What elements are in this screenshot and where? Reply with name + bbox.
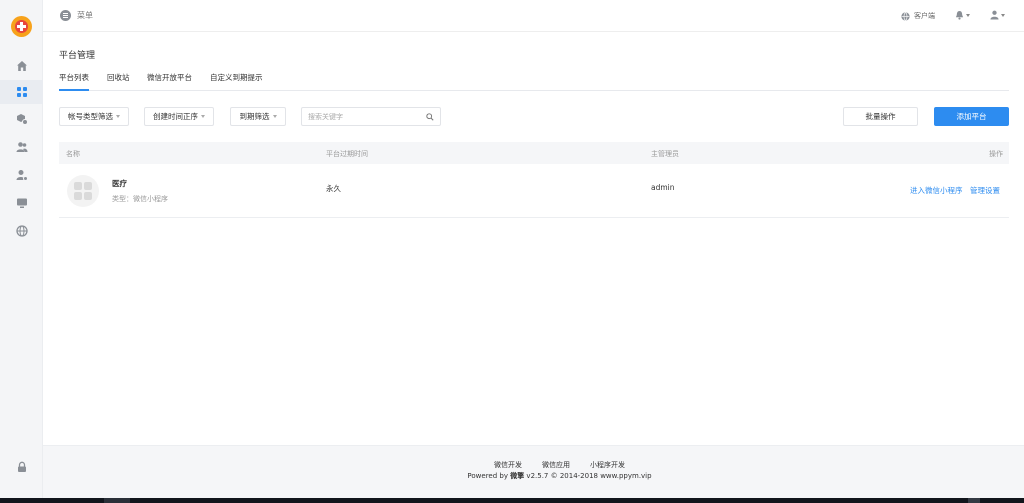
footer-link-mini-program-dev[interactable]: 小程序开发 [590, 460, 625, 470]
page-title: 平台管理 [59, 51, 96, 61]
user-dropdown[interactable] [990, 10, 1005, 20]
brand-name: 微擎 [510, 472, 525, 480]
grid-apps-icon [16, 87, 27, 97]
header-admin: 主管理员 [651, 150, 679, 158]
chevron-down-icon [966, 13, 970, 17]
expire-filter-label: 到期筛选 [239, 112, 270, 121]
tab-bar: 平台列表 回收站 微信开放平台 自定义到期提示 [59, 72, 1009, 91]
chevron-down-icon [201, 115, 205, 118]
batch-operation-button[interactable]: 批量操作 [843, 107, 918, 126]
powered-prefix: Powered by [467, 472, 511, 480]
footer-links: 微信开发 微信应用 小程序开发 [43, 460, 1024, 470]
menu-label: 菜单 [77, 11, 93, 20]
chevron-down-icon [1001, 13, 1005, 17]
platform-type-value: 微信小程序 [133, 195, 168, 203]
sidebar [0, 0, 43, 498]
tab-platform-list[interactable]: 平台列表 [59, 72, 89, 91]
platform-thumbnail [67, 175, 99, 207]
platform-expire: 永久 [326, 184, 341, 193]
users-icon [16, 142, 27, 152]
home-icon [16, 61, 27, 71]
globe-icon [901, 11, 910, 21]
footer-link-wechat-dev[interactable]: 微信开发 [494, 460, 522, 470]
powered-suffix: v2.5.7 © 2014-2018 www.ppym.vip [524, 472, 652, 480]
header-name: 名称 [66, 150, 80, 158]
sidebar-item-home[interactable] [0, 54, 43, 78]
medical-cross-icon [15, 20, 28, 33]
os-taskbar [0, 498, 1024, 503]
table-row: 医疗 类型：微信小程序 永久 admin 进入微信小程序 管理设置 [59, 164, 1009, 218]
logo[interactable] [11, 16, 32, 37]
platform-type: 类型：微信小程序 [112, 194, 168, 204]
tab-recycle-bin[interactable]: 回收站 [107, 72, 130, 91]
platform-type-label: 类型： [112, 195, 133, 203]
bell-icon [955, 10, 964, 20]
add-platform-button[interactable]: 添加平台 [934, 107, 1009, 126]
table-header: 名称 平台过期时间 主管理员 操作 [59, 142, 1009, 164]
chevron-down-icon [116, 115, 120, 118]
globe-icon [15, 225, 28, 237]
monitor-icon [16, 198, 27, 208]
sidebar-item-system[interactable] [0, 191, 43, 215]
notifications-dropdown[interactable] [955, 10, 970, 20]
sort-filter-label: 创建时间正序 [153, 112, 198, 121]
client-link[interactable]: 客户端 [901, 11, 935, 21]
lock-icon [17, 461, 26, 472]
search-icon[interactable] [426, 113, 434, 123]
search-input[interactable] [308, 111, 420, 123]
menu-icon [60, 10, 71, 21]
tab-custom-expire-notice[interactable]: 自定义到期提示 [210, 72, 263, 91]
account-type-filter-label: 帐号类型筛选 [68, 112, 113, 121]
user-icon [990, 10, 999, 20]
user-gear-icon [16, 170, 28, 181]
expire-filter[interactable]: 到期筛选 [230, 107, 286, 126]
chevron-down-icon [272, 115, 277, 118]
cube-gear-icon [16, 114, 28, 125]
platform-name: 医疗 [112, 179, 127, 188]
sort-filter[interactable]: 创建时间正序 [144, 107, 214, 126]
sidebar-item-user-settings[interactable] [0, 163, 43, 187]
tab-wechat-open-platform[interactable]: 微信开放平台 [147, 72, 192, 91]
footer-copyright: Powered by 微擎 v2.5.7 © 2014-2018 www.ppy… [43, 471, 1024, 481]
sidebar-item-platform[interactable] [0, 80, 43, 104]
search-box [301, 107, 441, 126]
menu-toggle[interactable]: 菜单 [60, 10, 93, 21]
footer-link-wechat-apps[interactable]: 微信应用 [542, 460, 570, 470]
client-label: 客户端 [914, 12, 935, 20]
sidebar-item-site[interactable] [0, 219, 43, 243]
enter-mini-program-link[interactable]: 进入微信小程序 [910, 185, 963, 196]
taskbar-tray[interactable] [968, 498, 980, 503]
top-bar: 菜单 客户端 [43, 0, 1024, 32]
sidebar-item-users[interactable] [0, 135, 43, 159]
sidebar-item-apps[interactable] [0, 107, 43, 131]
header-action: 操作 [989, 150, 1003, 158]
platform-admin: admin [651, 183, 675, 192]
footer: 微信开发 微信应用 小程序开发 Powered by 微擎 v2.5.7 © 2… [43, 445, 1024, 498]
manage-settings-link[interactable]: 管理设置 [970, 185, 1000, 196]
header-expire: 平台过期时间 [326, 150, 368, 158]
account-type-filter[interactable]: 帐号类型筛选 [59, 107, 129, 126]
main-content: 平台管理 平台列表 回收站 微信开放平台 自定义到期提示 帐号类型筛选 创建时间… [43, 32, 1024, 445]
sidebar-item-lock[interactable] [0, 455, 43, 479]
taskbar-app[interactable] [104, 498, 130, 503]
